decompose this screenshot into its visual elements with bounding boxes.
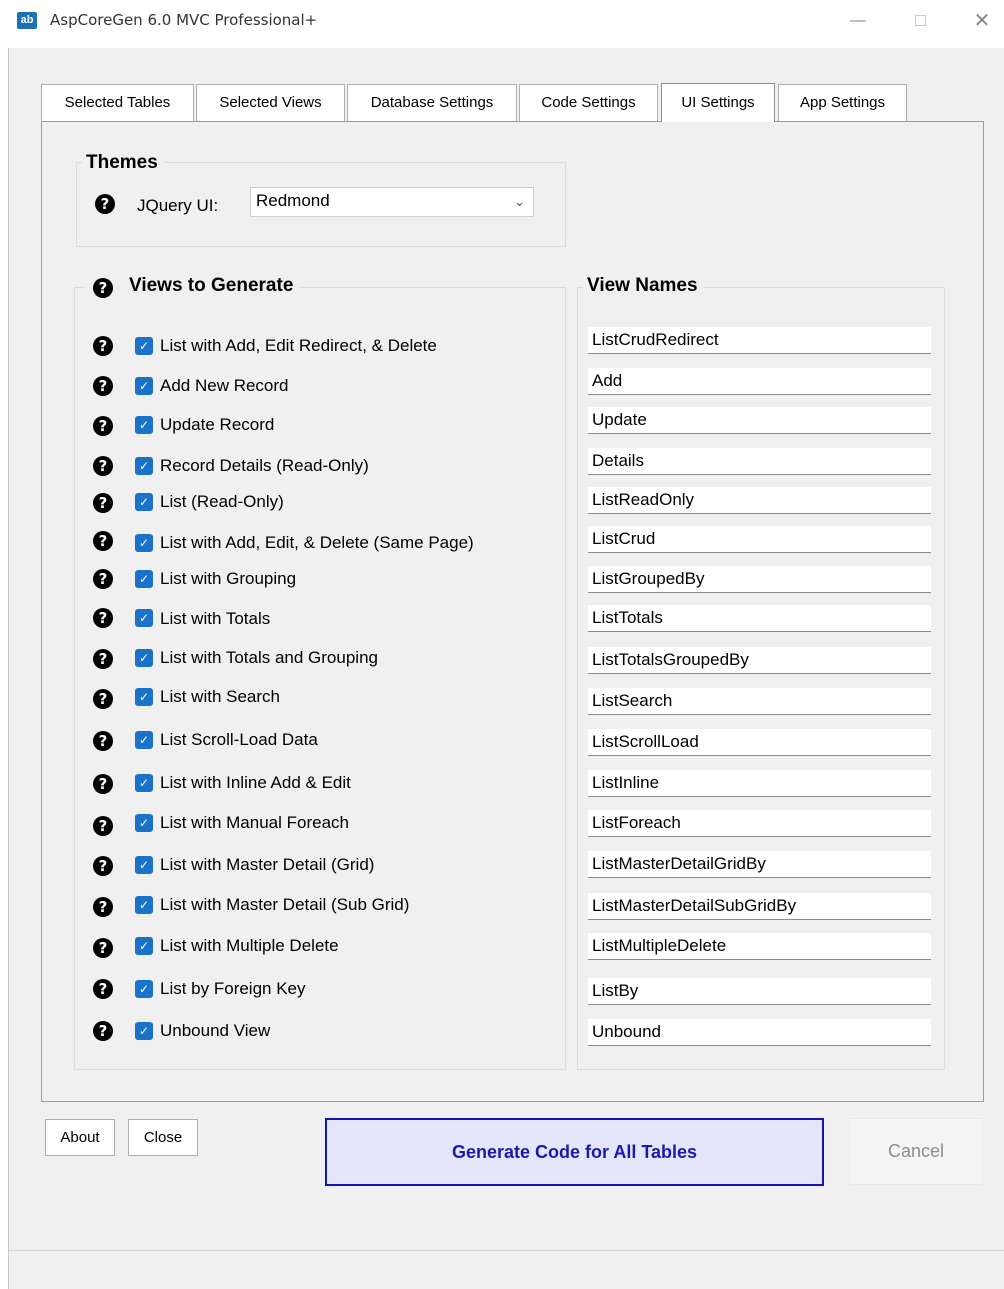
help-icon[interactable]: ? xyxy=(93,278,113,298)
checkbox-list-grouping[interactable]: ✓ xyxy=(135,570,153,588)
help-icon[interactable]: ? xyxy=(93,456,113,476)
checkbox-list-inline[interactable]: ✓ xyxy=(135,774,153,792)
help-icon[interactable]: ? xyxy=(93,608,113,628)
view-label: List with Manual Foreach xyxy=(160,813,349,832)
help-icon[interactable]: ? xyxy=(93,689,113,709)
checkbox-details[interactable]: ✓ xyxy=(135,457,153,475)
checkbox-list-scroll-load[interactable]: ✓ xyxy=(135,731,153,749)
view-name-input[interactable] xyxy=(588,407,931,434)
tab-selected-tables[interactable]: Selected Tables xyxy=(41,84,194,121)
checkbox-list-search[interactable]: ✓ xyxy=(135,688,153,706)
minimize-icon[interactable]: — xyxy=(838,8,878,34)
help-icon[interactable]: ? xyxy=(93,416,113,436)
view-name-input[interactable] xyxy=(588,448,931,475)
view-name-input[interactable] xyxy=(588,605,931,632)
view-name-input[interactable] xyxy=(588,810,931,837)
view-label: Update Record xyxy=(160,415,275,434)
checkbox-list-crud[interactable]: ✓ xyxy=(135,534,153,552)
view-label: List with Master Detail (Grid) xyxy=(160,855,375,874)
checkbox-list-foreach[interactable]: ✓ xyxy=(135,814,153,832)
view-name-input[interactable] xyxy=(588,647,931,674)
view-name-input[interactable] xyxy=(588,487,931,514)
view-label: List with Grouping xyxy=(160,569,297,588)
view-label: Unbound View xyxy=(160,1021,271,1040)
tab-code-settings[interactable]: Code Settings xyxy=(519,84,658,121)
jquery-ui-select[interactable]: Redmond ⌄ xyxy=(250,187,534,217)
view-names-title: View Names xyxy=(583,274,704,298)
tab-app-settings[interactable]: App Settings xyxy=(778,84,907,121)
help-icon[interactable]: ? xyxy=(93,336,113,356)
help-icon[interactable]: ? xyxy=(93,1021,113,1041)
view-label: List with Search xyxy=(160,687,280,706)
checkbox-list-totals-grouping[interactable]: ✓ xyxy=(135,649,153,667)
themes-title: Themes xyxy=(82,151,164,175)
help-icon[interactable]: ? xyxy=(93,938,113,958)
help-icon[interactable]: ? xyxy=(93,897,113,917)
view-label: List with Master Detail (Sub Grid) xyxy=(160,895,410,914)
close-icon[interactable]: ✕ xyxy=(962,8,1002,34)
chevron-down-icon: ⌄ xyxy=(514,194,525,209)
close-button[interactable]: Close xyxy=(128,1119,198,1156)
view-name-input[interactable] xyxy=(588,566,931,593)
checkbox-list-master-detail-sub-grid[interactable]: ✓ xyxy=(135,896,153,914)
view-name-input[interactable] xyxy=(588,526,931,553)
help-icon[interactable]: ? xyxy=(93,531,113,551)
checkbox-list-by-foreign-key[interactable]: ✓ xyxy=(135,980,153,998)
view-name-input[interactable] xyxy=(588,770,931,797)
view-label: List with Totals xyxy=(160,609,271,628)
checkbox-list-totals[interactable]: ✓ xyxy=(135,609,153,627)
view-label: Record Details (Read-Only) xyxy=(160,456,369,475)
view-label: List with Totals and Grouping xyxy=(160,648,378,667)
checkbox-add[interactable]: ✓ xyxy=(135,377,153,395)
checkbox-list-crud-redirect[interactable]: ✓ xyxy=(135,337,153,355)
view-name-input[interactable] xyxy=(588,368,931,395)
checkbox-list-read-only[interactable]: ✓ xyxy=(135,493,153,511)
view-name-input[interactable] xyxy=(588,327,931,354)
app-logo-icon: ab xyxy=(17,12,37,29)
view-label: List with Inline Add & Edit xyxy=(160,773,351,792)
view-name-input[interactable] xyxy=(588,893,931,920)
view-label: List with Add, Edit Redirect, & Delete xyxy=(160,336,437,355)
views-title: Views to Generate xyxy=(85,274,300,298)
view-label: List Scroll-Load Data xyxy=(160,730,318,749)
help-icon[interactable]: ? xyxy=(93,774,113,794)
jquery-ui-value: Redmond xyxy=(256,191,330,210)
help-icon[interactable]: ? xyxy=(93,816,113,836)
view-name-input[interactable] xyxy=(588,933,931,960)
view-name-input[interactable] xyxy=(588,729,931,756)
help-icon[interactable]: ? xyxy=(93,493,113,513)
maximize-icon[interactable] xyxy=(900,8,940,34)
help-icon[interactable]: ? xyxy=(93,856,113,876)
help-icon[interactable]: ? xyxy=(95,194,115,214)
view-name-input[interactable] xyxy=(588,1019,931,1046)
help-icon[interactable]: ? xyxy=(93,569,113,589)
checkbox-list-master-detail-grid[interactable]: ✓ xyxy=(135,856,153,874)
tab-ui-settings[interactable]: UI Settings xyxy=(661,83,775,122)
help-icon[interactable]: ? xyxy=(93,649,113,669)
help-icon[interactable]: ? xyxy=(93,731,113,751)
jquery-ui-label: JQuery UI: xyxy=(137,196,219,215)
cancel-button[interactable]: Cancel xyxy=(849,1118,983,1185)
view-name-input[interactable] xyxy=(588,978,931,1005)
help-icon[interactable]: ? xyxy=(93,376,113,396)
generate-code-button[interactable]: Generate Code for All Tables xyxy=(325,1118,824,1186)
checkbox-list-multiple-delete[interactable]: ✓ xyxy=(135,937,153,955)
window-title: AspCoreGen 6.0 MVC Professional+ xyxy=(50,11,318,29)
view-name-input[interactable] xyxy=(588,851,931,878)
tab-selected-views[interactable]: Selected Views xyxy=(196,84,345,121)
view-label: List with Add, Edit, & Delete (Same Page… xyxy=(160,533,474,552)
view-label: Add New Record xyxy=(160,376,289,395)
view-label: List with Multiple Delete xyxy=(160,936,339,955)
tab-database-settings[interactable]: Database Settings xyxy=(347,84,517,121)
help-icon[interactable]: ? xyxy=(93,979,113,999)
about-button[interactable]: About xyxy=(45,1119,115,1156)
view-label: List by Foreign Key xyxy=(160,979,306,998)
view-label: List (Read-Only) xyxy=(160,492,284,511)
view-name-input[interactable] xyxy=(588,688,931,715)
checkbox-update[interactable]: ✓ xyxy=(135,416,153,434)
checkbox-unbound-view[interactable]: ✓ xyxy=(135,1022,153,1040)
status-bar xyxy=(9,1250,1004,1289)
